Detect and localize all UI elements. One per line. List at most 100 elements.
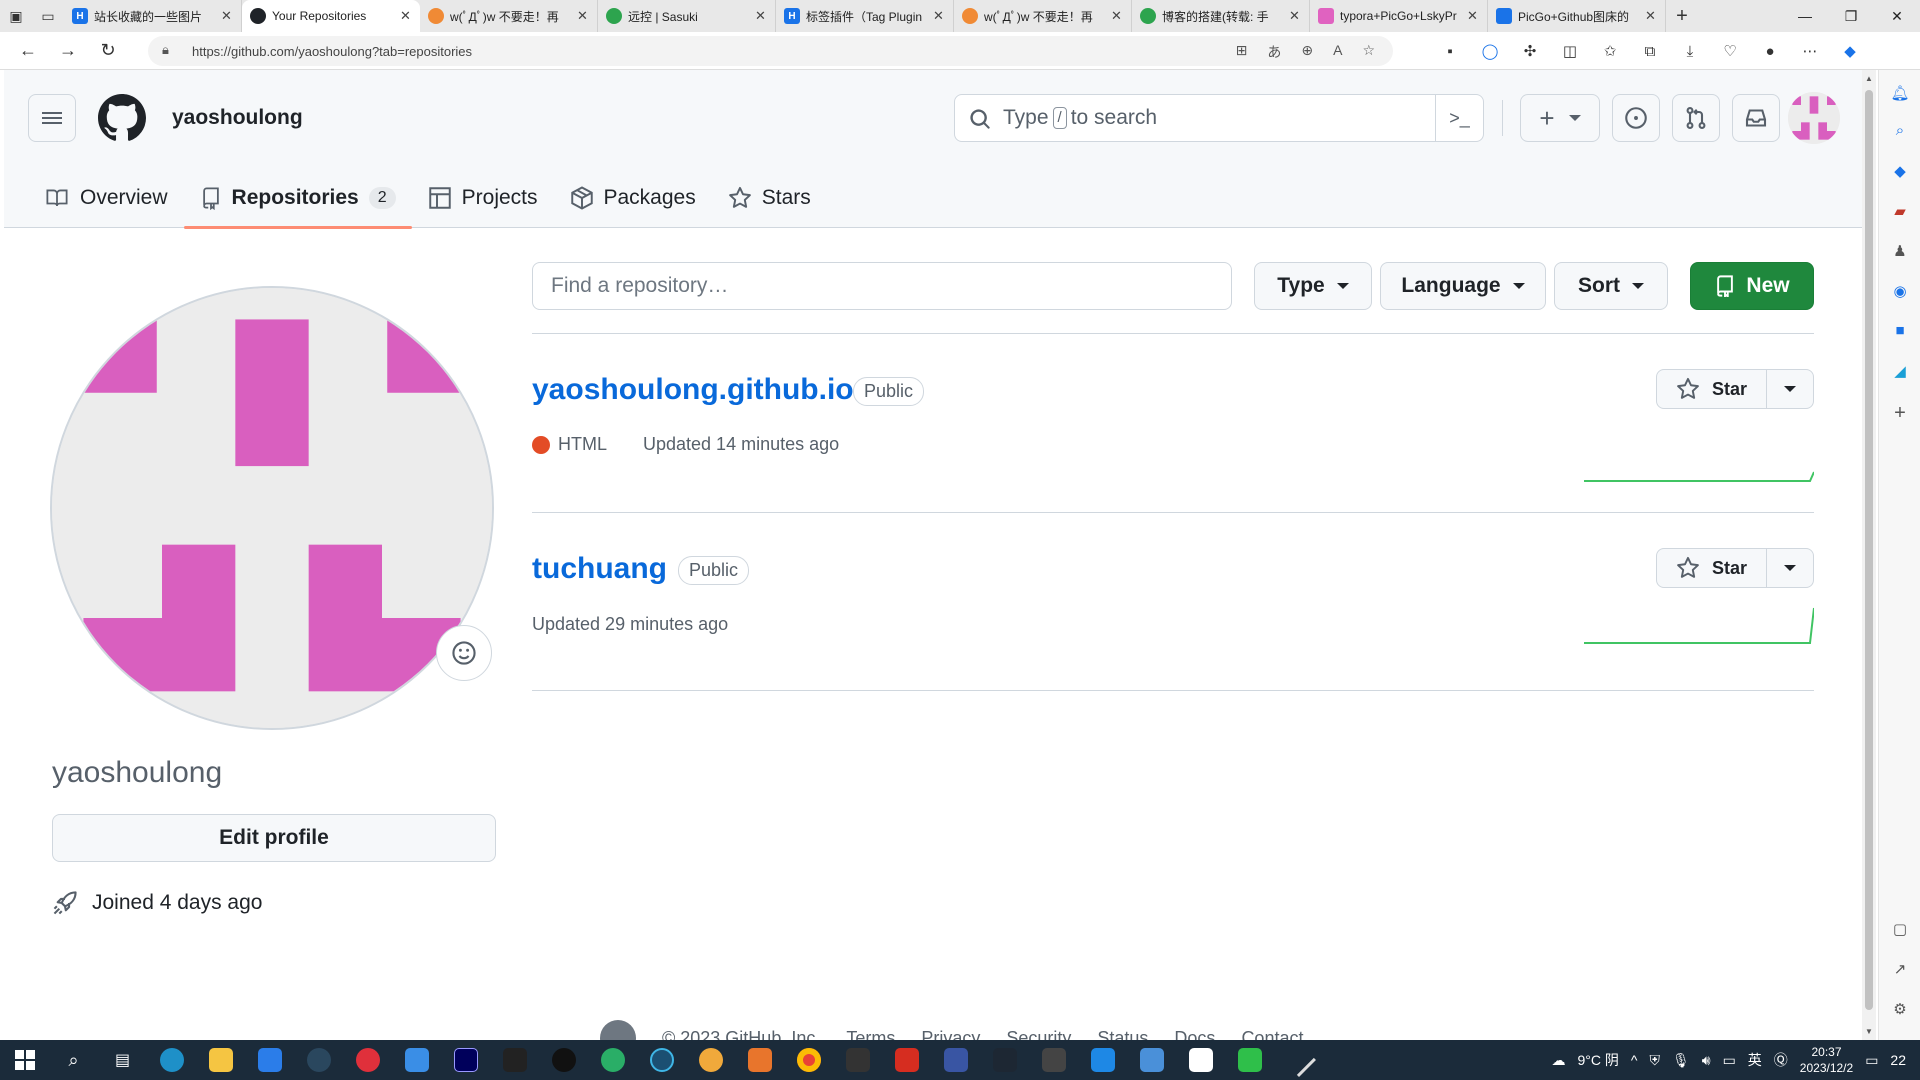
notification-center-icon[interactable]: ▭	[1865, 1052, 1878, 1069]
after-effects-icon[interactable]	[441, 1040, 490, 1080]
mail-icon[interactable]	[392, 1040, 441, 1080]
clock[interactable]: 20:37 2023/12/2	[1800, 1044, 1853, 1076]
type-filter-button[interactable]: Type	[1254, 262, 1372, 310]
star-button[interactable]: Star	[1656, 548, 1814, 588]
close-tab-icon[interactable]: ✕	[577, 8, 589, 24]
visio-icon[interactable]	[931, 1040, 980, 1080]
profile-avatar[interactable]	[50, 286, 494, 730]
network-icon[interactable]: ▭	[1723, 1052, 1736, 1069]
epic-games-icon[interactable]	[490, 1040, 539, 1080]
wechat-icon[interactable]	[588, 1040, 637, 1080]
start-icon[interactable]	[0, 1040, 49, 1080]
microsoft365-icon[interactable]: ◉	[1879, 282, 1920, 300]
profile-icon[interactable]: ●	[1750, 43, 1790, 60]
footer-link-docs[interactable]: Docs	[1174, 1028, 1215, 1041]
steam-icon[interactable]	[294, 1040, 343, 1080]
drop-icon[interactable]: ◢	[1879, 362, 1920, 380]
footer-link-security[interactable]: Security	[1006, 1028, 1071, 1041]
footer-link-status[interactable]: Status	[1097, 1028, 1148, 1041]
header-username[interactable]: yaoshoulong	[172, 106, 303, 130]
command-palette-icon[interactable]: >_	[1435, 95, 1483, 141]
new-tab-button[interactable]: +	[1666, 5, 1698, 28]
tab-actions-icon[interactable]: ▭	[32, 0, 64, 32]
back-icon[interactable]: ←	[8, 32, 48, 70]
security-icon[interactable]: ⛨	[1649, 1052, 1660, 1069]
close-tab-icon[interactable]: ✕	[1467, 8, 1479, 24]
screen-capture-icon[interactable]: ▢	[1879, 920, 1920, 938]
translate-icon[interactable]: あ	[1267, 42, 1281, 62]
browser-tab[interactable]: 远控 | Sasuki ✕	[598, 0, 776, 32]
browser-tab-active[interactable]: Your Repositories ✕	[242, 0, 420, 32]
tab-overview[interactable]: Overview	[28, 168, 184, 228]
scroll-up-icon[interactable]: ▲	[1862, 74, 1876, 83]
qq-icon[interactable]	[539, 1040, 588, 1080]
forward-icon[interactable]: →	[48, 32, 88, 70]
browser-tab[interactable]: w(ﾟДﾟ)w 不要走！再 ✕	[954, 0, 1132, 32]
close-tab-icon[interactable]: ✕	[400, 8, 412, 24]
app-icon[interactable]	[735, 1040, 784, 1080]
tab-stars[interactable]: Stars	[712, 168, 827, 228]
star-list-dropdown[interactable]	[1767, 549, 1813, 587]
extensions-icon[interactable]: ✣	[1510, 42, 1550, 60]
scrollbar-thumb[interactable]	[1865, 90, 1873, 1010]
favorites-icon[interactable]: ✩	[1590, 42, 1630, 60]
browser-tab[interactable]: w(ﾟДﾟ)w 不要走！再 ✕	[420, 0, 598, 32]
issues-button[interactable]	[1612, 94, 1660, 142]
tab-packages[interactable]: Packages	[554, 168, 712, 228]
wps-icon[interactable]	[882, 1040, 931, 1080]
vscode-icon[interactable]	[1078, 1040, 1127, 1080]
github-footer-logo-icon[interactable]	[600, 1020, 636, 1040]
more-menu-icon[interactable]: ⋯	[1790, 42, 1830, 60]
downloads-icon[interactable]: ⤓	[1670, 43, 1710, 60]
tab-repositories[interactable]: Repositories 2	[183, 168, 412, 229]
close-tab-icon[interactable]: ✕	[1645, 8, 1657, 24]
star-toggle[interactable]: Star	[1657, 549, 1767, 587]
search-input[interactable]: Type / to search >_	[954, 94, 1484, 142]
performance-icon[interactable]: ♡	[1710, 42, 1750, 60]
tab-projects[interactable]: Projects	[412, 168, 554, 228]
extension-icon[interactable]: ◯	[1470, 42, 1510, 60]
restore-icon[interactable]: ❐	[1828, 0, 1874, 32]
app-available-icon[interactable]: ⊞	[1236, 42, 1248, 62]
close-window-icon[interactable]: ✕	[1874, 0, 1920, 32]
language-filter-button[interactable]: Language	[1380, 262, 1546, 310]
tray-overflow-icon[interactable]: ^	[1631, 1052, 1638, 1068]
footer-link-contact[interactable]: Contact	[1241, 1028, 1303, 1041]
sidebar-search-icon[interactable]: ⌕	[1879, 122, 1920, 139]
add-sidebar-app-icon[interactable]: +	[1879, 402, 1920, 425]
pull-requests-button[interactable]	[1672, 94, 1720, 142]
close-tab-icon[interactable]: ✕	[755, 8, 767, 24]
menu-button[interactable]	[28, 94, 76, 142]
volume-icon[interactable]: 🔊︎	[1702, 1052, 1711, 1069]
git-icon[interactable]	[1029, 1040, 1078, 1080]
inbox-button[interactable]	[1732, 94, 1780, 142]
browser-tab[interactable]: PicGo+Github图床的 ✕	[1488, 0, 1666, 32]
read-aloud-icon[interactable]: A	[1333, 42, 1342, 62]
app-icon[interactable]	[1225, 1040, 1274, 1080]
tools-icon[interactable]: ▰	[1879, 202, 1920, 220]
file-explorer-icon[interactable]	[196, 1040, 245, 1080]
minimize-icon[interactable]: —	[1782, 0, 1828, 32]
star-toggle[interactable]: Star	[1657, 370, 1767, 408]
close-tab-icon[interactable]: ✕	[1289, 8, 1301, 24]
github-logo-icon[interactable]	[98, 94, 146, 142]
close-tab-icon[interactable]: ✕	[1111, 8, 1123, 24]
ime-icon[interactable]: Ⓠ	[1774, 1050, 1788, 1070]
star-list-dropdown[interactable]	[1767, 370, 1813, 408]
shopping-tag-icon[interactable]: ◆	[1879, 162, 1920, 180]
store-icon[interactable]	[245, 1040, 294, 1080]
scroll-down-icon[interactable]: ▼	[1862, 1027, 1876, 1036]
favorite-star-icon[interactable]: ☆	[1362, 42, 1375, 62]
zoom-icon[interactable]: ⊕	[1301, 42, 1313, 62]
collections-icon[interactable]: ⧉	[1630, 43, 1670, 60]
repo-name-link[interactable]: yaoshoulong.github.io	[532, 373, 854, 407]
extension-icon[interactable]: ▪	[1430, 43, 1470, 60]
new-repository-button[interactable]: New	[1690, 262, 1814, 310]
browser-tab[interactable]: H 站长收藏的一些图片 ✕	[64, 0, 242, 32]
workspaces-icon[interactable]: ▣	[0, 0, 32, 32]
page-scrollbar[interactable]: ▲ ▼	[1862, 70, 1876, 1040]
app-icon[interactable]	[637, 1040, 686, 1080]
weather-text[interactable]: 9°C 阴	[1577, 1050, 1618, 1070]
weather-icon[interactable]: ☁	[1551, 1052, 1565, 1069]
browser-tab[interactable]: H 标签插件（Tag Plugin ✕	[776, 0, 954, 32]
